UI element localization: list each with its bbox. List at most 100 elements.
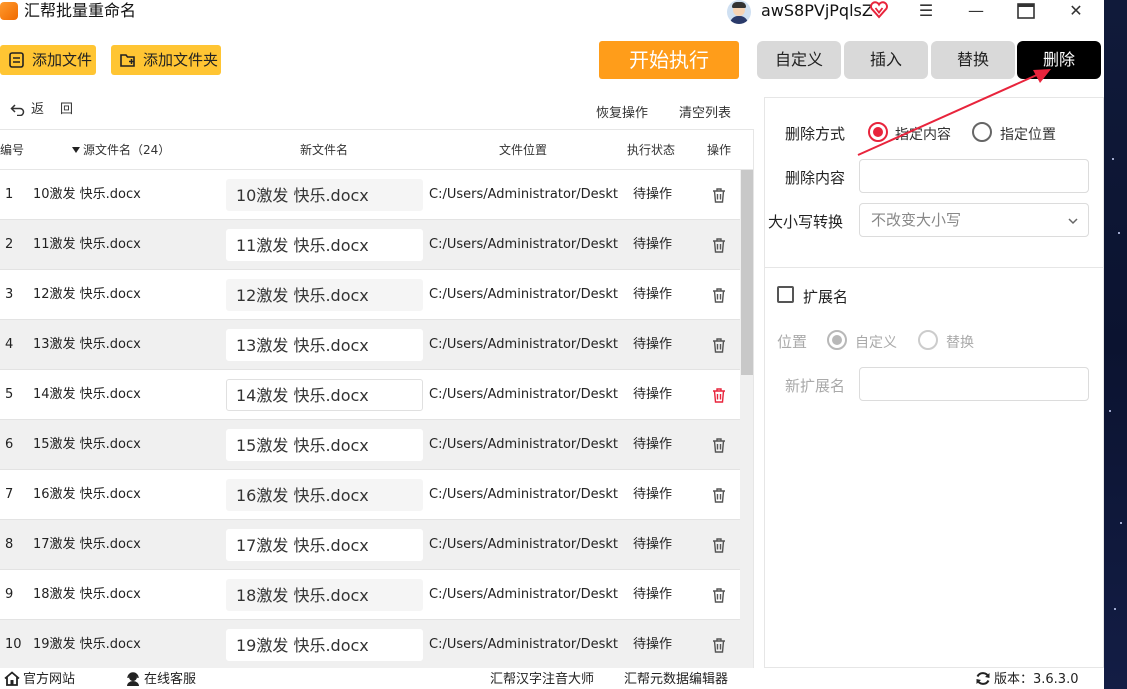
row-source-name: 19激发 快乐.docx <box>33 637 141 652</box>
table-row[interactable]: 8 17激发 快乐.docx 17激发 快乐.docx C:/Users/Adm… <box>0 520 740 570</box>
trash-icon[interactable] <box>711 237 727 253</box>
row-new-name-field[interactable]: 15激发 快乐.docx <box>226 429 423 461</box>
official-site-link[interactable]: 官方网站 <box>4 671 75 689</box>
header-location: 文件位置 <box>499 143 548 157</box>
table-row[interactable]: 9 18激发 快乐.docx 18激发 快乐.docx C:/Users/Adm… <box>0 570 740 620</box>
delete-content-label: 删除内容 <box>785 169 846 187</box>
row-new-name-field[interactable]: 13激发 快乐.docx <box>226 329 423 361</box>
ext-replace-label[interactable]: 替换 <box>946 332 974 352</box>
trash-icon[interactable] <box>711 187 727 203</box>
row-new-name-field[interactable]: 12激发 快乐.docx <box>226 279 423 311</box>
table-row[interactable]: 3 12激发 快乐.docx 12激发 快乐.docx C:/Users/Adm… <box>0 270 740 320</box>
table-scrollbar[interactable] <box>740 170 753 668</box>
extension-checkbox[interactable] <box>777 286 794 303</box>
case-conversion-select[interactable]: 不改变大小写 <box>859 203 1089 237</box>
row-number: 4 <box>5 337 14 352</box>
restore-operation-button[interactable]: 恢复操作 <box>596 102 648 121</box>
start-execute-button[interactable]: 开始执行 <box>599 41 739 79</box>
specify-content-label[interactable]: 指定内容 <box>895 124 951 144</box>
add-file-button[interactable]: 添加文件 <box>0 45 96 75</box>
row-new-name-field[interactable]: 11激发 快乐.docx <box>226 229 423 261</box>
add-file-label: 添加文件 <box>32 51 93 69</box>
row-status: 待操作 <box>633 637 673 652</box>
window-minimize-button[interactable]: — <box>961 0 991 22</box>
table-row[interactable]: 7 16激发 快乐.docx 16激发 快乐.docx C:/Users/Adm… <box>0 470 740 520</box>
sort-desc-icon <box>72 147 80 153</box>
delete-content-input[interactable] <box>859 159 1089 193</box>
trash-icon[interactable] <box>711 637 727 653</box>
row-number: 1 <box>5 187 14 202</box>
row-source-name: 11激发 快乐.docx <box>33 237 141 252</box>
row-new-name-field[interactable]: 17激发 快乐.docx <box>226 529 423 561</box>
tab-insert[interactable]: 插入 <box>844 41 928 79</box>
tab-delete[interactable]: 删除 <box>1017 41 1101 79</box>
metadata-editor-link[interactable]: 汇帮元数据编辑器 <box>624 671 728 689</box>
file-table: 编号 源文件名（24） 新文件名 文件位置 执行状态 操作 1 10激发 快乐.… <box>0 129 754 668</box>
tab-replace[interactable]: 替换 <box>931 41 1015 79</box>
specify-position-label[interactable]: 指定位置 <box>1000 124 1056 144</box>
menu-icon: ☰ <box>918 1 934 20</box>
radio-specify-position[interactable] <box>972 122 992 142</box>
online-service-link[interactable]: 在线客服 <box>125 671 196 689</box>
window-maximize-button[interactable] <box>1011 0 1041 22</box>
app-logo-icon <box>0 2 18 20</box>
table-row[interactable]: 2 11激发 快乐.docx 11激发 快乐.docx C:/Users/Adm… <box>0 220 740 270</box>
row-number: 2 <box>5 237 14 252</box>
row-status: 待操作 <box>633 287 673 302</box>
row-number: 6 <box>5 437 14 452</box>
back-label[interactable]: 回 <box>60 101 73 119</box>
trash-icon[interactable] <box>711 587 727 603</box>
tab-custom[interactable]: 自定义 <box>757 41 841 79</box>
row-number: 3 <box>5 287 14 302</box>
row-number: 10 <box>5 637 22 652</box>
row-new-name-field[interactable]: 16激发 快乐.docx <box>226 479 423 511</box>
delete-options-panel: 删除方式 指定内容 指定位置 删除内容 大小写转换 不改变大小写 扩展名 位置 … <box>764 97 1104 668</box>
app-title: 汇帮批量重命名 <box>24 1 137 20</box>
trash-icon[interactable] <box>711 337 727 353</box>
online-service-label: 在线客服 <box>144 672 197 687</box>
undo-button[interactable]: 返 <box>10 101 44 119</box>
extension-position-label: 位置 <box>777 333 808 351</box>
table-row[interactable]: 4 13激发 快乐.docx 13激发 快乐.docx C:/Users/Adm… <box>0 320 740 370</box>
radio-ext-replace[interactable] <box>918 330 938 350</box>
row-new-name-field[interactable]: 18激发 快乐.docx <box>226 579 423 611</box>
official-site-label: 官方网站 <box>23 672 76 687</box>
pinyin-master-link[interactable]: 汇帮汉字注音大师 <box>490 671 594 689</box>
trash-icon[interactable] <box>711 487 727 503</box>
trash-icon[interactable] <box>711 437 727 453</box>
row-source-name: 12激发 快乐.docx <box>33 287 141 302</box>
table-row[interactable]: 6 15激发 快乐.docx 15激发 快乐.docx C:/Users/Adm… <box>0 420 740 470</box>
row-location: C:/Users/Administrator/Desktop/ <box>429 237 618 252</box>
vip-heart-icon[interactable] <box>869 0 889 20</box>
window-close-button[interactable]: ✕ <box>1061 0 1091 22</box>
user-avatar[interactable] <box>727 0 751 24</box>
header-source-name[interactable]: 源文件名（24） <box>72 130 170 170</box>
trash-icon[interactable] <box>711 537 727 553</box>
scrollbar-thumb[interactable] <box>741 170 753 375</box>
version-info[interactable]: 版本：3.6.3.0 <box>975 671 1078 689</box>
customer-service-icon <box>127 672 139 686</box>
radio-specify-content[interactable] <box>868 122 888 142</box>
status-bar: 官方网站 在线客服 汇帮汉字注音大师 汇帮元数据编辑器 版本：3.6.3.0 <box>0 668 1104 689</box>
table-row[interactable]: 1 10激发 快乐.docx 10激发 快乐.docx C:/Users/Adm… <box>0 170 740 220</box>
undo-label: 返 <box>31 102 45 117</box>
row-new-name-field[interactable]: 19激发 快乐.docx <box>226 629 423 661</box>
file-list-icon <box>9 52 24 68</box>
window-menu-button[interactable]: ☰ <box>911 0 941 22</box>
row-new-name-field[interactable]: 14激发 快乐.docx <box>226 379 423 411</box>
case-conversion-label: 大小写转换 <box>768 213 844 231</box>
table-row[interactable]: 5 14激发 快乐.docx 14激发 快乐.docx C:/Users/Adm… <box>0 370 740 420</box>
row-number: 8 <box>5 537 14 552</box>
extension-label[interactable]: 扩展名 <box>803 286 848 307</box>
trash-icon[interactable] <box>711 287 727 303</box>
user-name[interactable]: awS8PVjPqlsZ <box>761 0 873 22</box>
add-folder-button[interactable]: 添加文件夹 <box>111 45 221 75</box>
radio-ext-custom[interactable] <box>827 330 847 350</box>
row-new-name-field[interactable]: 10激发 快乐.docx <box>226 179 423 211</box>
table-body: 1 10激发 快乐.docx 10激发 快乐.docx C:/Users/Adm… <box>0 170 740 668</box>
table-row[interactable]: 10 19激发 快乐.docx 19激发 快乐.docx C:/Users/Ad… <box>0 620 740 668</box>
trash-icon[interactable] <box>711 387 727 403</box>
clear-list-button[interactable]: 清空列表 <box>679 102 731 121</box>
new-extension-input[interactable] <box>859 367 1089 401</box>
ext-custom-label[interactable]: 自定义 <box>855 332 897 352</box>
